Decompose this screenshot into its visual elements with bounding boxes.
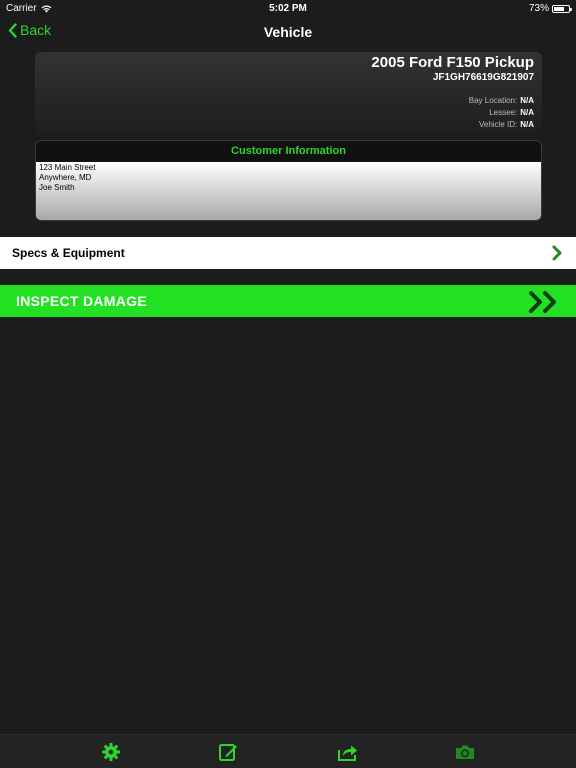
status-time: 5:02 PM [269, 3, 307, 14]
edit-button[interactable] [218, 742, 238, 762]
navigation-bar: Back Vehicle [0, 18, 576, 46]
gear-icon [102, 743, 120, 761]
detail-label: Vehicle ID: [478, 120, 518, 129]
vehicle-vin: JF1GH76619G821907 [432, 72, 534, 83]
specs-equipment-label: Specs & Equipment [12, 246, 125, 260]
detail-label: Bay Location: [468, 96, 518, 105]
detail-value: N/A [520, 120, 534, 129]
camera-icon [456, 745, 474, 759]
customer-name-line: Joe Smith [39, 183, 75, 192]
vehicle-screen: Carrier 5:02 PM 73% Back Vehicle 2005 Fo… [0, 0, 576, 768]
vehicle-summary-card: 2005 Ford F150 Pickup JF1GH76619G821907 … [35, 52, 542, 134]
settings-button[interactable] [101, 742, 121, 762]
inspect-damage-label: INSPECT DAMAGE [16, 293, 147, 309]
battery-level [554, 6, 565, 11]
detail-value: N/A [520, 108, 534, 117]
customer-info-card[interactable]: Customer Information 123 Main Street Any… [35, 140, 542, 221]
page-title: Vehicle [263, 24, 313, 40]
detail-vehicle-id: Vehicle ID: N/A [479, 120, 534, 129]
share-button[interactable] [337, 742, 357, 762]
double-chevron-right-icon [529, 291, 556, 313]
vehicle-name: 2005 Ford F150 Pickup [371, 54, 534, 71]
battery-icon [552, 4, 572, 13]
chevron-right-icon [552, 245, 562, 261]
share-icon [338, 745, 357, 761]
detail-bay-location: Bay Location: N/A [469, 96, 534, 105]
customer-info-body: 123 Main Street Anywhere, MD Joe Smith [36, 162, 541, 220]
bottom-toolbar [0, 734, 576, 768]
customer-address-line: 123 Main Street [39, 163, 96, 172]
customer-city-line: Anywhere, MD [39, 173, 92, 182]
inspect-damage-button[interactable]: INSPECT DAMAGE [0, 285, 576, 317]
detail-label: Lessee: [489, 108, 518, 117]
status-right: 73% [528, 3, 572, 14]
specs-equipment-row[interactable]: Specs & Equipment [0, 237, 576, 269]
status-bar: Carrier 5:02 PM 73% [0, 0, 576, 18]
detail-lessee: Lessee: N/A [489, 108, 534, 117]
detail-value: N/A [520, 96, 534, 105]
battery-percent: 73% [528, 3, 549, 14]
edit-icon [219, 744, 237, 761]
customer-info-title: Customer Information [231, 145, 346, 157]
camera-button[interactable] [454, 742, 474, 762]
